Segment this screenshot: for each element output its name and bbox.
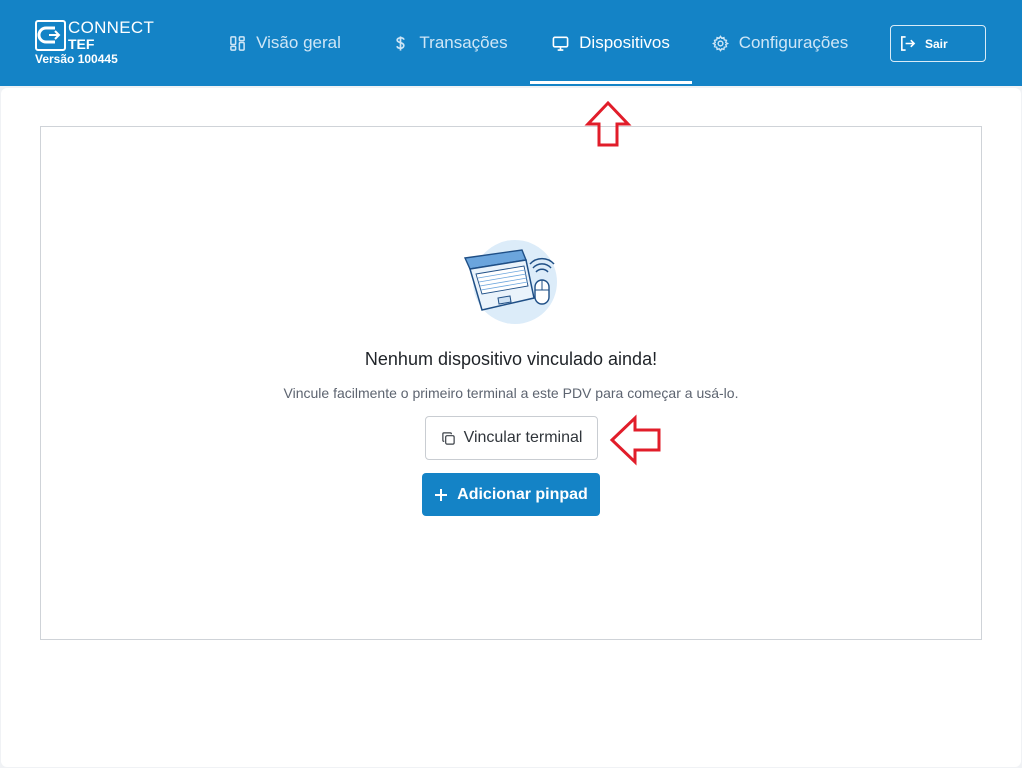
dollar-icon [396,35,406,51]
logout-icon [901,36,916,51]
monitor-icon [552,36,569,51]
empty-state-card [40,126,982,640]
logo-tef-text: TEF [68,36,95,52]
top-navbar: CONNECT TEF Versão 100445 Visão geral Tr… [0,0,1022,86]
connect-tef-logo: CONNECT TEF Versão 100445 [35,19,155,69]
logout-button[interactable]: Sair [890,25,986,62]
tab-dispositivos[interactable]: Dispositivos [530,0,692,86]
link-terminal-button[interactable]: Vincular terminal [425,416,598,460]
tab-label: Configurações [738,33,849,52]
copy-icon [441,431,455,445]
tab-transacoes[interactable]: Transações [378,0,522,86]
logout-label: Sair [925,36,948,51]
tab-configuracoes[interactable]: Configurações [700,0,860,86]
version-label: Versão 100445 [35,52,118,66]
link-terminal-label: Vincular terminal [463,429,583,446]
empty-state-title: Nenhum dispositivo vinculado ainda! [364,349,658,369]
logo-mark-icon [35,20,66,51]
gear-icon [711,34,729,52]
dashboard-icon [230,35,245,51]
tab-label: Transações [419,33,508,52]
annotation-arrow-left-icon [609,414,661,466]
add-pinpad-button[interactable]: Adicionar pinpad [422,473,600,516]
annotation-arrow-up-icon [584,100,632,147]
plus-icon [435,488,448,501]
tab-label: Dispositivos [579,33,670,52]
add-pinpad-label: Adicionar pinpad [457,485,588,503]
empty-state-description: Vincule facilmente o primeiro terminal a… [283,385,739,401]
tab-label: Visão geral [256,33,341,52]
tab-visao-geral[interactable]: Visão geral [215,0,355,86]
laptop-mouse-illustration-icon [463,240,557,324]
logo-connect-text: CONNECT [68,18,155,37]
